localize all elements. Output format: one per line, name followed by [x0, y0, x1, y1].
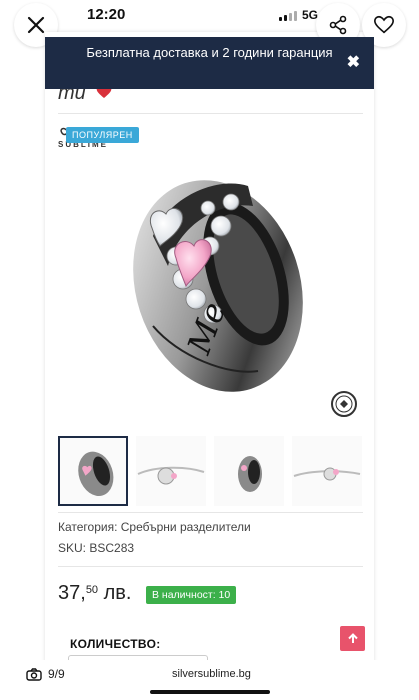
- product-sku: SKU: BSC283: [58, 541, 135, 555]
- divider: [58, 566, 363, 567]
- shipping-banner: Безплатна доставка и 2 години гаранция ✖: [45, 37, 374, 89]
- camera-icon: [26, 667, 42, 681]
- thumbnail-2[interactable]: [136, 436, 206, 506]
- banner-text: Безплатна доставка и 2 години гаранция: [86, 45, 333, 60]
- photo-counter-label: 9/9: [48, 667, 65, 681]
- thumbnail-1[interactable]: [58, 436, 128, 506]
- thumbnail-4[interactable]: [292, 436, 362, 506]
- product-category[interactable]: Категория: Сребърни разделители: [58, 520, 251, 534]
- quantity-label: КОЛИЧЕСТВО:: [70, 637, 161, 651]
- status-time: 12:20: [87, 6, 126, 23]
- close-icon: [27, 16, 45, 34]
- stock-badge: В наличност: 10: [146, 586, 237, 604]
- arrow-up-icon: [347, 632, 358, 643]
- photo-counter[interactable]: 9/9: [26, 667, 65, 681]
- thumbnail-3[interactable]: [214, 436, 284, 506]
- price-currency: лв.: [103, 582, 132, 604]
- silver-925-stamp-icon: [331, 391, 357, 417]
- product-image[interactable]: Me: [58, 146, 363, 424]
- heart-outline-icon: [374, 15, 394, 34]
- price-main: 37,: [58, 582, 86, 604]
- product-price: 37,50 лв.: [58, 582, 131, 605]
- scroll-to-top-button[interactable]: [340, 626, 365, 651]
- popular-badge: ПОПУЛЯРЕН: [66, 127, 139, 143]
- home-indicator[interactable]: [150, 690, 270, 694]
- url-label[interactable]: silversublime.bg: [172, 668, 251, 680]
- divider: [58, 113, 363, 114]
- share-icon: [329, 15, 347, 35]
- banner-close-button[interactable]: ✖: [347, 53, 360, 72]
- price-cents: 50: [85, 584, 99, 596]
- signal-icon: [279, 11, 297, 21]
- thumbnail-strip: [58, 436, 363, 510]
- divider: [58, 512, 363, 513]
